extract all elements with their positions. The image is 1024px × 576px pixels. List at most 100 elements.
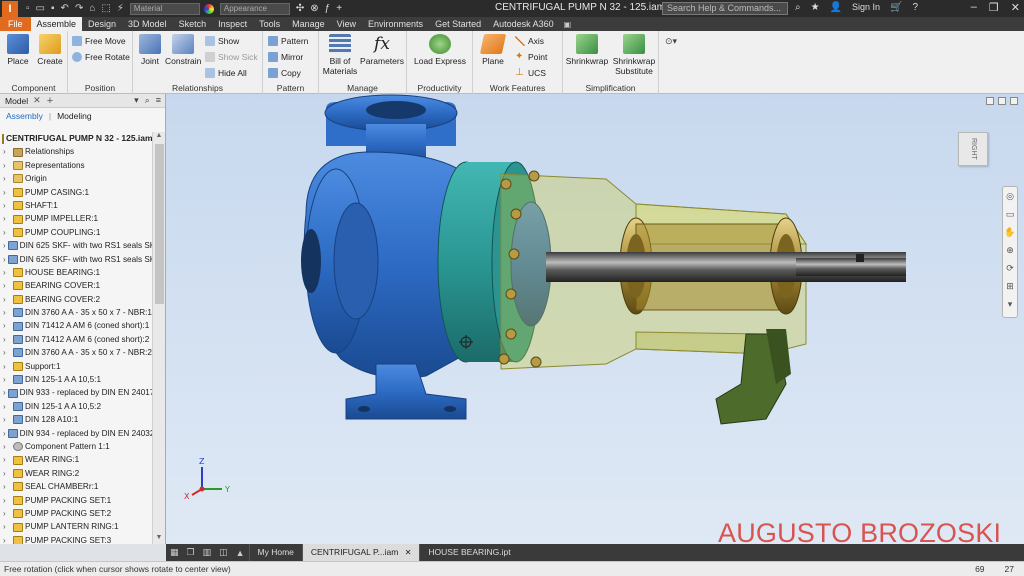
save-icon[interactable]: ▪ (51, 3, 55, 14)
tree-node[interactable]: › DIN 934 - replaced by DIN EN 24032 (0, 427, 152, 440)
expand-chevron-icon[interactable]: › (3, 279, 11, 292)
expand-chevron-icon[interactable]: › (3, 440, 11, 453)
split-icon[interactable]: ◫ (215, 547, 232, 558)
create-button[interactable]: Create (36, 34, 64, 66)
expand-chevron-icon[interactable]: › (3, 534, 11, 544)
expand-chevron-icon[interactable]: › (3, 239, 6, 252)
tab-centrifugal-pump[interactable]: CENTRIFUGAL P...iam ✕ (301, 544, 420, 561)
tab-assemble[interactable]: Assemble (30, 17, 83, 31)
plane-button[interactable]: Plane (477, 34, 509, 66)
tree-node[interactable]: › Relationships (0, 145, 152, 158)
tree-node[interactable]: › SEAL CHAMBERr:1 (0, 480, 152, 493)
tree-node[interactable]: › PUMP LANTERN RING:1 (0, 520, 152, 533)
expand-chevron-icon[interactable]: › (3, 427, 6, 440)
modeling-view-link[interactable]: Modeling (57, 111, 92, 121)
tree-node[interactable]: › SHAFT:1 (0, 199, 152, 212)
redo-icon[interactable]: ↷ (75, 3, 83, 14)
constrain-button[interactable]: Constrain (165, 34, 201, 66)
material-combo[interactable]: Material (129, 2, 200, 15)
pump-assembly-model[interactable]: Z Y X (166, 94, 1024, 544)
hide-all-button[interactable]: Hide All (205, 66, 247, 80)
joint-button[interactable]: Joint (137, 34, 163, 66)
tree-node[interactable]: › DIN 128 A10:1 (0, 413, 152, 426)
tabs-menu-icon[interactable]: ▲ (232, 548, 249, 558)
panel-title-position[interactable]: Position (68, 83, 132, 93)
update-icon[interactable]: ⚡ (117, 3, 124, 14)
expand-chevron-icon[interactable]: › (3, 159, 11, 172)
tree-node[interactable]: › PUMP PACKING SET:1 (0, 494, 152, 507)
tree-node[interactable]: › DIN 3760 A A - 35 x 50 x 7 - NBR:1 (0, 306, 152, 319)
bill-of-materials-button[interactable]: Bill of Materials (321, 34, 359, 76)
plus-icon[interactable]: + (336, 3, 342, 14)
expand-chevron-icon[interactable]: › (3, 212, 11, 225)
free-rotate-button[interactable]: Free Rotate (72, 50, 130, 64)
tree-node[interactable]: › DIN 125-1 A A 10,5:2 (0, 400, 152, 413)
place-button[interactable]: Place (4, 34, 32, 66)
tree-node[interactable]: › PUMP COUPLING:1 (0, 226, 152, 239)
clear-icon[interactable]: ⊗ (310, 3, 318, 14)
tab-autodesk-a360[interactable]: Autodesk A360 (487, 17, 560, 31)
expand-chevron-icon[interactable]: › (3, 360, 11, 373)
panel-title-pattern[interactable]: Pattern (263, 83, 318, 93)
tab-design[interactable]: Design (82, 17, 122, 31)
ribbon-toggle-icon[interactable]: ▣ (564, 20, 572, 29)
tab-3d-model[interactable]: 3D Model (122, 17, 173, 31)
tree-node[interactable]: › DIN 71412 A AM 6 (coned short):1 (0, 319, 152, 332)
expand-chevron-icon[interactable]: › (3, 199, 11, 212)
expand-chevron-icon[interactable]: › (3, 253, 6, 266)
load-express-button[interactable]: Load Express (413, 34, 467, 66)
graphics-viewport[interactable]: RIGHT ◎ ▭ ✋ ⊕ ⟳ ⊞ ▾ Z Y X AUGUSTO BROZOS… (166, 94, 1024, 544)
show-button[interactable]: Show (205, 34, 239, 48)
expand-chevron-icon[interactable]: › (3, 346, 11, 359)
filter-icon[interactable]: ▾ (134, 95, 139, 106)
tab-sketch[interactable]: Sketch (173, 17, 213, 31)
tab-environments[interactable]: Environments (362, 17, 429, 31)
expand-chevron-icon[interactable]: › (3, 293, 11, 306)
tree-node[interactable]: › Component Pattern 1:1 (0, 440, 152, 453)
point-button[interactable]: ✦ Point (515, 50, 547, 64)
expand-chevron-icon[interactable]: › (3, 520, 11, 533)
tree-node[interactable]: › HOUSE BEARING:1 (0, 266, 152, 279)
assembly-view-link[interactable]: Assembly (6, 111, 43, 121)
copy-button[interactable]: Copy (268, 66, 301, 80)
tab-view[interactable]: View (331, 17, 362, 31)
expand-chevron-icon[interactable]: › (3, 413, 11, 426)
panel-title-relationships[interactable]: Relationships (133, 83, 262, 93)
tree-node[interactable]: › BEARING COVER:1 (0, 279, 152, 292)
expand-chevron-icon[interactable]: › (3, 226, 11, 239)
ribbon-options-icon[interactable]: ⊙▾ (665, 36, 683, 48)
search-icon[interactable]: ⌕ (145, 95, 150, 106)
tree-node[interactable]: › DIN 625 SKF- with two RS1 seals SKF (0, 239, 152, 252)
favorites-icon[interactable]: ★ (811, 2, 820, 13)
new-file-icon[interactable]: ▫ (26, 3, 30, 14)
tree-node[interactable]: › Support:1 (0, 360, 152, 373)
expand-chevron-icon[interactable]: › (3, 467, 11, 480)
expand-chevron-icon[interactable]: › (3, 480, 11, 493)
close-button[interactable]: ✕ (1011, 1, 1020, 14)
panel-title-manage[interactable]: Manage (319, 83, 406, 93)
expand-chevron-icon[interactable]: › (3, 145, 11, 158)
shrinkwrap-button[interactable]: Shrinkwrap (565, 34, 609, 66)
parameters-button[interactable]: fx Parameters (359, 34, 405, 66)
close-tab-icon[interactable]: ✕ (405, 548, 412, 557)
tile-icon[interactable]: ▦ (166, 547, 183, 558)
tab-inspect[interactable]: Inspect (212, 17, 253, 31)
search-icon[interactable]: ⌕ (795, 2, 801, 13)
tree-node[interactable]: › Origin (0, 172, 152, 185)
cart-icon[interactable]: 🛒 (890, 2, 902, 13)
tab-tools[interactable]: Tools (253, 17, 286, 31)
panel-title-component[interactable]: Component (0, 83, 67, 93)
expand-chevron-icon[interactable]: › (3, 494, 11, 507)
scroll-down-icon[interactable]: ▼ (153, 534, 165, 544)
menu-icon[interactable]: ≡ (156, 95, 161, 106)
tree-node[interactable]: › DIN 71412 A AM 6 (coned short):2 (0, 333, 152, 346)
tab-manage[interactable]: Manage (286, 17, 331, 31)
tree-node[interactable]: › DIN 3760 A A - 35 x 50 x 7 - NBR:2 (0, 346, 152, 359)
axis-button[interactable]: Axis (515, 34, 544, 48)
tree-node[interactable]: › PUMP CASING:1 (0, 186, 152, 199)
tab-house-bearing[interactable]: HOUSE BEARING.ipt (419, 544, 518, 561)
home-icon[interactable]: ⌂ (89, 3, 95, 14)
tree-root[interactable]: CENTRIFUGAL PUMP N 32 - 125.iam (0, 132, 152, 145)
tree-node[interactable]: › BEARING COVER:2 (0, 293, 152, 306)
tree-node[interactable]: › DIN 933 - replaced by DIN EN 24017 (0, 386, 152, 399)
